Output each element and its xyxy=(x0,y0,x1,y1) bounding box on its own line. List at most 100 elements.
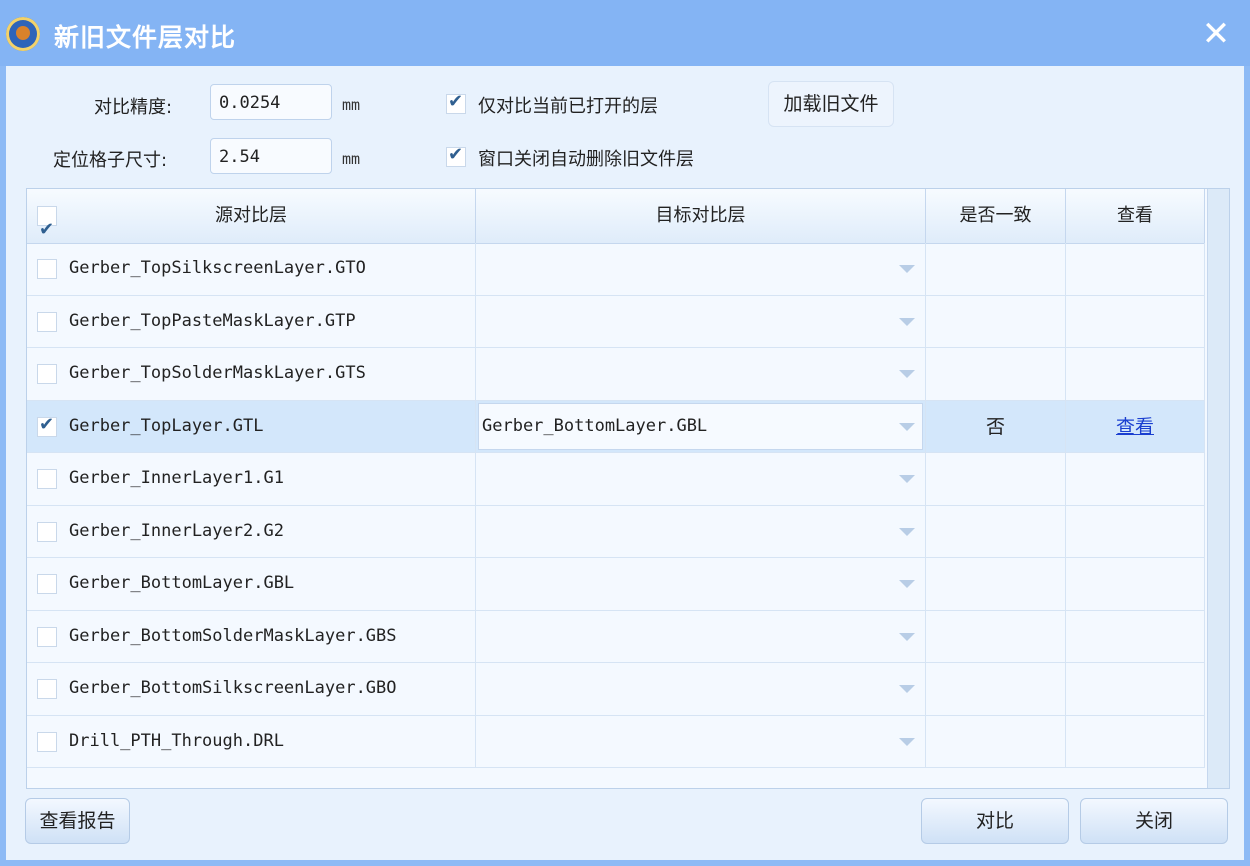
view-cell xyxy=(1066,715,1205,767)
only-open-checkbox[interactable] xyxy=(446,91,466,114)
table-row[interactable]: Gerber_TopLayer.GTL Gerber_BottomLayer.GB… xyxy=(27,400,1205,453)
source-layer-name: Gerber_BottomLayer.GBL xyxy=(69,573,295,593)
row-checkbox[interactable] xyxy=(37,679,57,699)
target-layer-dropdown[interactable] xyxy=(476,453,926,505)
source-layer-cell: Gerber_InnerLayer1.G1 xyxy=(27,453,476,505)
target-layer-dropdown[interactable] xyxy=(476,715,926,767)
source-layer-cell: Gerber_TopPasteMaskLayer.GTP xyxy=(27,295,476,347)
view-cell xyxy=(1066,505,1205,557)
header-source-label: 源对比层 xyxy=(215,205,287,226)
target-layer-dropdown[interactable] xyxy=(476,243,926,295)
table-row[interactable]: Gerber_TopSolderMaskLayer.GTS xyxy=(27,348,1205,401)
table-row[interactable]: Drill_PTH_Through.DRL xyxy=(27,715,1205,768)
source-layer-cell: Gerber_BottomLayer.GBL xyxy=(27,558,476,610)
table-row[interactable]: Gerber_BottomLayer.GBL xyxy=(27,558,1205,611)
match-status xyxy=(926,348,1066,400)
target-layer-dropdown[interactable] xyxy=(476,348,926,400)
view-cell xyxy=(1066,453,1205,505)
match-status: 否 xyxy=(926,400,1066,452)
precision-input[interactable]: 0.0254 xyxy=(210,84,332,120)
precision-unit: mm xyxy=(342,96,361,114)
source-layer-cell: Gerber_InnerLayer2.G2 xyxy=(27,505,476,557)
chevron-down-icon[interactable] xyxy=(899,370,915,378)
row-checkbox[interactable] xyxy=(37,259,57,279)
row-checkbox[interactable] xyxy=(37,311,57,332)
table-row[interactable]: Gerber_BottomSolderMaskLayer.GBS xyxy=(27,610,1205,663)
chevron-down-icon[interactable] xyxy=(899,265,915,273)
row-checkbox[interactable] xyxy=(37,731,57,752)
view-cell: 查看 xyxy=(1066,400,1205,452)
row-checkbox[interactable] xyxy=(37,414,57,437)
row-checkbox[interactable] xyxy=(37,574,57,594)
close-icon[interactable]: ✕ xyxy=(1196,16,1236,52)
source-layer-name: Gerber_TopSilkscreenLayer.GTO xyxy=(69,258,366,278)
auto-delete-checkbox[interactable] xyxy=(446,144,466,167)
target-layer-dropdown[interactable] xyxy=(476,610,926,662)
chevron-down-icon[interactable] xyxy=(899,475,915,483)
source-layer-name: Gerber_TopLayer.GTL xyxy=(69,415,264,436)
grid-size-label: 定位格子尺寸: xyxy=(53,150,168,171)
header-view: 查看 xyxy=(1066,189,1205,243)
table-row[interactable]: Gerber_InnerLayer1.G1 xyxy=(27,453,1205,506)
source-layer-name: Gerber_TopPasteMaskLayer.GTP xyxy=(69,310,356,331)
chevron-down-icon[interactable] xyxy=(899,527,915,536)
app-logo-icon xyxy=(6,17,40,51)
target-layer-dropdown[interactable] xyxy=(476,295,926,347)
source-layer-cell: Drill_PTH_Through.DRL xyxy=(27,715,476,767)
only-open-label: 仅对比当前已打开的层 xyxy=(478,96,658,117)
row-checkbox[interactable] xyxy=(37,364,57,384)
target-layer-dropdown[interactable]: Gerber_BottomLayer.GBL xyxy=(476,400,926,452)
target-layer-value: Gerber_BottomLayer.GBL xyxy=(482,415,708,436)
compare-button[interactable]: 对比 xyxy=(921,798,1069,844)
table-row[interactable]: Gerber_TopPasteMaskLayer.GTP xyxy=(27,295,1205,348)
target-layer-dropdown[interactable] xyxy=(476,663,926,715)
table-row[interactable]: Gerber_BottomSilkscreenLayer.GBO xyxy=(27,663,1205,716)
source-layer-name: Gerber_InnerLayer2.G2 xyxy=(69,520,284,541)
source-layer-cell: Gerber_TopLayer.GTL xyxy=(27,400,476,452)
source-layer-cell: Gerber_TopSolderMaskLayer.GTS xyxy=(27,348,476,400)
chevron-down-icon[interactable] xyxy=(899,737,915,746)
close-button[interactable]: 关闭 xyxy=(1080,798,1228,844)
grid-size-input[interactable]: 2.54 xyxy=(210,138,332,174)
row-checkbox[interactable] xyxy=(37,521,57,542)
match-status xyxy=(926,453,1066,505)
window-title: 新旧文件层对比 xyxy=(54,23,237,52)
source-layer-name: Gerber_TopSolderMaskLayer.GTS xyxy=(69,363,366,383)
source-layer-name: Drill_PTH_Through.DRL xyxy=(69,730,284,751)
target-layer-dropdown[interactable] xyxy=(476,558,926,610)
select-all-checkbox[interactable] xyxy=(37,203,57,257)
match-status xyxy=(926,610,1066,662)
match-status xyxy=(926,663,1066,715)
row-checkbox[interactable] xyxy=(37,469,57,489)
view-link[interactable]: 查看 xyxy=(1116,416,1154,438)
chevron-down-icon[interactable] xyxy=(899,685,915,693)
source-layer-name: Gerber_BottomSilkscreenLayer.GBO xyxy=(69,678,397,698)
table-row[interactable]: Gerber_InnerLayer2.G2 xyxy=(27,505,1205,558)
table-row[interactable]: Gerber_TopSilkscreenLayer.GTO xyxy=(27,243,1205,296)
title-bar[interactable]: 新旧文件层对比 ✕ xyxy=(0,0,1250,66)
auto-delete-label: 窗口关闭自动删除旧文件层 xyxy=(478,149,694,170)
precision-label: 对比精度: xyxy=(94,97,173,118)
view-report-button[interactable]: 查看报告 xyxy=(25,798,130,844)
header-source: 源对比层 xyxy=(27,189,476,257)
dialog-body: 对比精度: 0.0254 mm 定位格子尺寸: 2.54 mm 仅对比当前已打开… xyxy=(6,66,1244,860)
chevron-down-icon[interactable] xyxy=(899,422,915,431)
layer-table: 源对比层 目标对比层 是否一致 查看 Gerber_TopSilkscreenL… xyxy=(26,188,1230,789)
view-cell xyxy=(1066,295,1205,347)
view-cell xyxy=(1066,610,1205,662)
header-target: 目标对比层 xyxy=(476,189,926,243)
source-layer-name: Gerber_BottomSolderMaskLayer.GBS xyxy=(69,625,397,646)
chevron-down-icon[interactable] xyxy=(899,317,915,326)
header-match: 是否一致 xyxy=(926,189,1066,243)
row-checkbox[interactable] xyxy=(37,626,57,647)
chevron-down-icon[interactable] xyxy=(899,580,915,588)
view-cell xyxy=(1066,348,1205,400)
chevron-down-icon[interactable] xyxy=(899,632,915,641)
match-status xyxy=(926,715,1066,767)
target-layer-dropdown[interactable] xyxy=(476,505,926,557)
source-layer-cell: Gerber_TopSilkscreenLayer.GTO xyxy=(27,243,476,295)
match-status xyxy=(926,505,1066,557)
load-old-file-button[interactable]: 加载旧文件 xyxy=(768,81,894,127)
vertical-scrollbar[interactable] xyxy=(1207,189,1229,788)
view-cell xyxy=(1066,243,1205,295)
